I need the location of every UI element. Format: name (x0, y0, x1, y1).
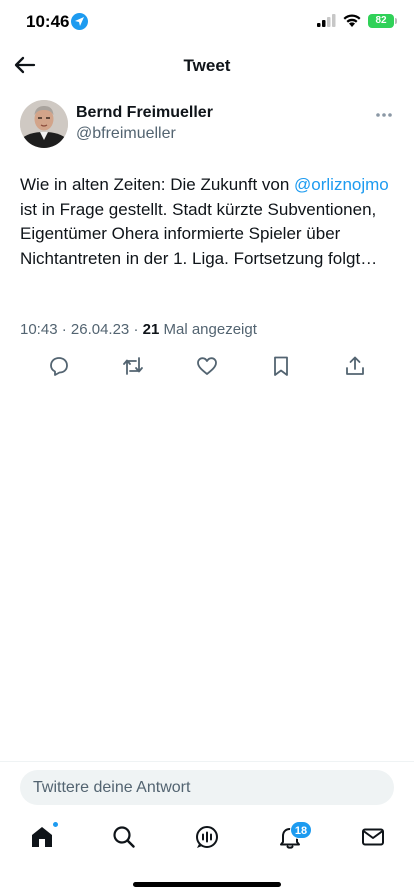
reply-input[interactable] (20, 770, 394, 805)
author-name[interactable]: Bernd Freimueller (76, 104, 213, 122)
search-icon (113, 826, 135, 848)
tweet-text: Wie in alten Zeiten: Die Zukunft von @or… (20, 173, 400, 271)
like-button[interactable] (195, 354, 219, 378)
battery-indicator: 82 (368, 14, 394, 28)
nav-home[interactable] (29, 821, 59, 850)
status-bar: 10:46 82 (0, 0, 414, 46)
tweet-date[interactable]: 26.04.23 (71, 321, 129, 338)
views-label[interactable]: Mal angezeigt (163, 321, 256, 338)
author-handle[interactable]: @bfreimueller (76, 125, 176, 143)
tweet-author: Bernd Freimueller @bfreimueller (20, 98, 400, 150)
bottom-nav: 18 (0, 818, 414, 858)
meta-separator: · (129, 321, 143, 338)
wifi-icon (343, 14, 361, 27)
bookmark-icon (274, 356, 288, 376)
mention-link[interactable]: @orliznojmo (294, 175, 389, 194)
spaces-icon (196, 826, 218, 848)
more-dots-icon (376, 113, 392, 117)
avatar[interactable] (20, 100, 68, 148)
home-icon (32, 827, 52, 847)
messages-icon (362, 828, 384, 846)
cellular-signal-icon (317, 14, 336, 27)
tweet-text-after: ist in Frage gestellt. Stadt kürzte Subv… (20, 199, 378, 268)
share-icon (346, 356, 364, 375)
battery-tip (395, 18, 397, 24)
tweet-actions (0, 352, 414, 380)
home-unread-dot (52, 821, 59, 828)
retweet-button[interactable] (121, 354, 145, 378)
status-time: 10:46 (26, 12, 70, 31)
share-button[interactable] (343, 354, 367, 378)
nav-search[interactable] (111, 824, 137, 850)
reply-icon (50, 357, 68, 376)
page-title: Tweet (183, 56, 231, 75)
bookmark-button[interactable] (269, 354, 293, 378)
tweet-time: 10:43 (20, 321, 58, 338)
retweet-icon (123, 357, 143, 375)
header: Tweet (0, 46, 414, 86)
views-count[interactable]: 21 (143, 321, 160, 338)
notifications-badge: 18 (290, 821, 312, 839)
reply-button[interactable] (47, 354, 71, 378)
location-arrow-icon (71, 13, 88, 30)
nav-spaces[interactable] (194, 824, 220, 850)
tweet-text-before: Wie in alten Zeiten: Die Zukunft von (20, 175, 295, 194)
like-icon (197, 357, 217, 375)
home-indicator[interactable] (133, 882, 281, 887)
nav-messages[interactable] (360, 824, 386, 850)
tweet-meta: 10:43 · 26.04.23 · 21 Mal angezeigt (20, 321, 257, 338)
reply-divider (0, 761, 414, 762)
more-options-button[interactable] (374, 108, 394, 120)
meta-separator: · (57, 321, 71, 338)
